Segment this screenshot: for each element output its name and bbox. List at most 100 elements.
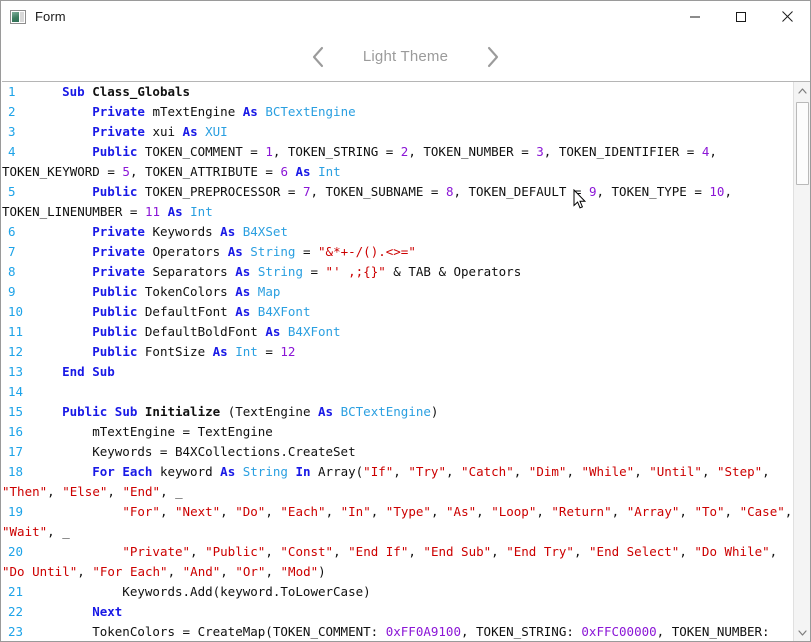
code-token: Private xyxy=(92,104,153,119)
title-bar-left: Form xyxy=(1,9,66,24)
code-token: , xyxy=(679,544,695,559)
minimize-button[interactable] xyxy=(672,1,718,32)
code-token: "Then" xyxy=(2,484,48,499)
code-token: "Step" xyxy=(717,464,763,479)
code-token: BCTextEngine xyxy=(340,404,431,419)
next-theme-button[interactable] xyxy=(471,40,515,74)
scrollbar-thumb[interactable] xyxy=(796,102,809,185)
code-token: "End Select" xyxy=(589,544,680,559)
code-token: TokenColors xyxy=(144,284,236,299)
code-token: "Return" xyxy=(551,504,612,519)
code-token: "Catch" xyxy=(461,464,514,479)
code-token: Class_Globals xyxy=(92,84,191,99)
line-number: 22 xyxy=(8,604,24,619)
code-token: "End Try" xyxy=(506,544,574,559)
code-token: Private xyxy=(92,264,153,279)
chevron-down-icon xyxy=(798,629,807,636)
theme-switcher: Light Theme xyxy=(1,32,810,81)
code-token: 3 xyxy=(536,144,544,159)
code-token: , xyxy=(536,504,552,519)
maximize-button[interactable] xyxy=(718,1,764,32)
code-token: 6 xyxy=(280,164,296,179)
code-token: , xyxy=(265,544,281,559)
code-token: As xyxy=(295,164,319,179)
previous-theme-button[interactable] xyxy=(297,40,341,74)
code-line: 16 mTextEngine = TextEngine xyxy=(2,422,793,442)
vertical-scrollbar[interactable] xyxy=(793,82,810,641)
line-number: 3 xyxy=(8,124,16,139)
chevron-right-icon xyxy=(487,46,499,67)
close-button[interactable] xyxy=(764,1,810,32)
code-line: 22 Next xyxy=(2,602,793,622)
code-token: Map xyxy=(257,284,281,299)
code-token: For Each xyxy=(92,464,160,479)
scroll-down-button[interactable] xyxy=(794,624,810,641)
code-token: , xyxy=(370,504,386,519)
code-token: , xyxy=(77,564,93,579)
code-token: , TOKEN_STRING: xyxy=(460,624,582,639)
line-number: 18 xyxy=(8,464,24,479)
window-title: Form xyxy=(35,9,66,24)
code-line: 13 End Sub xyxy=(2,362,793,382)
code-line: 12 Public FontSize As Int = 12 xyxy=(2,342,793,362)
code-token: "If" xyxy=(363,464,394,479)
code-token: Int xyxy=(235,344,258,359)
scroll-up-button[interactable] xyxy=(794,82,810,99)
code-token: 10 xyxy=(709,184,725,199)
code-token: , xyxy=(573,544,590,559)
code-token: "Private" xyxy=(122,544,191,559)
code-token: , TOKEN_SUBNAME = xyxy=(310,184,446,199)
code-line: 3 Private xui As XUI xyxy=(2,122,793,142)
code-viewport[interactable]: 1 Sub Class_Globals 2 Private mTextEngine… xyxy=(2,82,793,641)
code-token: , xyxy=(611,504,627,519)
code-line: 20 "Private", "Public", "Const", "End If… xyxy=(2,542,793,582)
line-number: 4 xyxy=(8,144,16,159)
line-number: 6 xyxy=(8,224,16,239)
code-line: 4 Public TOKEN_COMMENT = 1, TOKEN_STRING… xyxy=(2,142,793,182)
code-token: As xyxy=(212,344,236,359)
code-token: Int xyxy=(190,204,213,219)
code-token: "End If" xyxy=(348,544,409,559)
code-token: As xyxy=(227,244,251,259)
code-token: , xyxy=(445,464,462,479)
code-token: B4XFont xyxy=(287,324,341,339)
code-editor[interactable]: 1 Sub Class_Globals 2 Private mTextEngine… xyxy=(2,81,810,641)
code-token: String xyxy=(242,464,296,479)
code-token: , xyxy=(408,544,424,559)
code-line: 19 "For", "Next", "Do", "Each", "In", "T… xyxy=(2,502,793,542)
code-token: As xyxy=(318,404,341,419)
line-number: 21 xyxy=(8,584,24,599)
code-token: TokenColors = CreateMap(TOKEN_COMMENT: xyxy=(32,624,386,639)
line-number: 14 xyxy=(8,384,24,399)
code-token: "For" xyxy=(122,504,160,519)
code-token: "Do Until" xyxy=(2,564,78,579)
code-token: "&*+-/().<>=" xyxy=(318,244,416,259)
code-token: , xyxy=(220,504,236,519)
code-token: As xyxy=(182,124,206,139)
code-token: , xyxy=(701,464,717,479)
code-token: = xyxy=(257,344,281,359)
code-token: "Until" xyxy=(649,464,702,479)
code-token: As xyxy=(235,304,258,319)
code-token: "End" xyxy=(122,484,161,499)
line-number: 20 xyxy=(8,544,24,559)
code-content[interactable]: 1 Sub Class_Globals 2 Private mTextEngine… xyxy=(2,82,793,641)
code-token: , xyxy=(265,504,281,519)
line-number: 12 xyxy=(8,344,24,359)
code-token: keyword xyxy=(159,464,221,479)
line-number: 16 xyxy=(8,424,24,439)
code-token: , xyxy=(325,504,341,519)
code-token: "Each" xyxy=(280,504,326,519)
code-token: Public xyxy=(92,284,145,299)
code-line: 1 Sub Class_Globals xyxy=(2,82,793,102)
code-token: ) xyxy=(430,404,439,419)
line-number: 15 xyxy=(8,404,24,419)
code-token: "Do While" xyxy=(694,544,770,559)
code-token: As xyxy=(220,464,243,479)
code-line: 2 Private mTextEngine As BCTextEngine xyxy=(2,102,793,122)
code-token: , xyxy=(159,504,176,519)
